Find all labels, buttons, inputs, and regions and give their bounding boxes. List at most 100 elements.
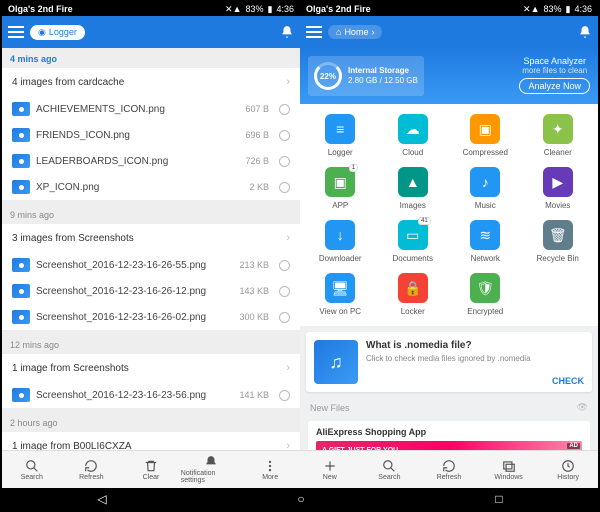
home-icon: ⌂ [336, 27, 341, 37]
tile-label: Compressed [463, 148, 508, 157]
tile-badge: 41 [418, 217, 431, 225]
tile-movies[interactable]: ▶Movies [524, 167, 593, 210]
device-name: Olga's 2nd Fire [306, 4, 523, 14]
group-header[interactable]: 4 images from cardcache› [2, 68, 300, 96]
eye-icon[interactable]: 👁 [577, 402, 588, 413]
bell-icon[interactable] [578, 25, 592, 39]
file-size: 726 B [245, 156, 269, 166]
bottombar-refresh[interactable]: Refresh [62, 451, 122, 488]
nomedia-title: What is .nomedia file? [366, 340, 531, 351]
group-age-label: 12 mins ago [2, 334, 300, 354]
breadcrumb-label: Logger [49, 27, 77, 37]
new-files-card[interactable]: AliExpress Shopping App A GIFT JUST FOR … [308, 421, 590, 450]
bottombar-notification-settings[interactable]: Notification settings [181, 451, 241, 488]
analyzer-sub: more files to clean [519, 66, 590, 75]
tile-documents[interactable]: ▭41Documents [379, 220, 448, 263]
tile-icon: ▣1 [325, 167, 355, 197]
file-name: LEADERBOARDS_ICON.png [36, 156, 239, 167]
tile-music[interactable]: ♪Music [451, 167, 520, 210]
bottombar-more[interactable]: More [240, 451, 300, 488]
select-radio[interactable] [279, 286, 290, 297]
file-list[interactable]: 4 mins ago4 images from cardcache›ACHIEV… [2, 48, 300, 450]
bottombar-new[interactable]: New [300, 451, 360, 488]
bottombar-label: More [262, 474, 278, 481]
select-radio[interactable] [279, 312, 290, 323]
tile-label: Cleaner [544, 148, 572, 157]
file-row[interactable]: Screenshot_2016-12-23-16-23-56.png141 KB [2, 382, 300, 408]
storage-title: Internal Storage [348, 66, 418, 76]
tile-network[interactable]: ≋Network [451, 220, 520, 263]
bottombar-refresh[interactable]: Refresh [419, 451, 479, 488]
tile-app[interactable]: ▣1APP [306, 167, 375, 210]
tile-recycle-bin[interactable]: 🗑Recycle Bin [524, 220, 593, 263]
nomedia-card[interactable]: ♫ What is .nomedia file? Click to check … [306, 332, 592, 392]
image-thumb-icon [12, 180, 30, 194]
new-files-header: New Files 👁 [300, 398, 598, 417]
tile-icon: ≡ [325, 114, 355, 144]
select-radio[interactable] [279, 104, 290, 115]
nomedia-check-link[interactable]: CHECK [552, 376, 584, 386]
file-row[interactable]: Screenshot_2016-12-23-16-26-12.png143 KB [2, 278, 300, 304]
bottombar-clear[interactable]: Clear [121, 451, 181, 488]
bottombar-windows[interactable]: Windows [479, 451, 539, 488]
tile-icon: 🛡 [470, 273, 500, 303]
group-header[interactable]: 3 images from Screenshots› [2, 224, 300, 252]
select-radio[interactable] [279, 260, 290, 271]
tile-logger[interactable]: ≡Logger [306, 114, 375, 157]
nav-back-button[interactable]: ◁ [97, 492, 106, 506]
bell-icon[interactable] [280, 25, 294, 39]
storage-percent-ring: 22% [314, 62, 342, 90]
tile-label: Music [475, 201, 496, 210]
menu-icon[interactable] [8, 26, 24, 38]
ad-banner[interactable]: A GIFT JUST FOR YOU AD [316, 441, 582, 450]
tile-locker[interactable]: 🔒Locker [379, 273, 448, 316]
file-row[interactable]: Screenshot_2016-12-23-16-26-02.png300 KB [2, 304, 300, 330]
nav-recent-button[interactable]: □ [495, 492, 502, 506]
refresh-icon [442, 459, 456, 473]
bottombar-search[interactable]: Search [360, 451, 420, 488]
file-row[interactable]: XP_ICON.png2 KB [2, 174, 300, 200]
group-title: 1 image from B00LI6CXZA [12, 441, 286, 451]
select-radio[interactable] [279, 156, 290, 167]
bottombar-label: Notification settings [181, 470, 241, 484]
menu-icon[interactable] [306, 26, 322, 38]
app-bar-right: ⌂ Home › [300, 16, 598, 48]
home-scroll[interactable]: 22% Internal Storage 2.80 GB / 12.50 GB … [300, 48, 598, 450]
status-time: 4:36 [574, 4, 592, 14]
group-age-label: 2 hours ago [2, 412, 300, 432]
group-header[interactable]: 1 image from Screenshots› [2, 354, 300, 382]
tile-compressed[interactable]: ▣Compressed [451, 114, 520, 157]
breadcrumb-home[interactable]: ⌂ Home › [328, 25, 382, 39]
tile-cleaner[interactable]: ✦Cleaner [524, 114, 593, 157]
image-thumb-icon [12, 388, 30, 402]
breadcrumb-logger[interactable]: ◉ Logger [30, 25, 85, 40]
tile-cloud[interactable]: ☁Cloud [379, 114, 448, 157]
tile-icon: ▭41 [398, 220, 428, 250]
file-row[interactable]: Screenshot_2016-12-23-16-26-55.png213 KB [2, 252, 300, 278]
file-name: Screenshot_2016-12-23-16-23-56.png [36, 390, 233, 401]
tile-label: Images [400, 201, 426, 210]
file-row[interactable]: ACHIEVEMENTS_ICON.png607 B [2, 96, 300, 122]
tile-images[interactable]: ▲Images [379, 167, 448, 210]
file-row[interactable]: FRIENDS_ICON.png696 B [2, 122, 300, 148]
magnify-icon [382, 459, 396, 473]
storage-card[interactable]: 22% Internal Storage 2.80 GB / 12.50 GB [308, 56, 424, 96]
device-name: Olga's 2nd Fire [8, 4, 225, 14]
breadcrumb-label: Home [344, 27, 368, 37]
analyze-now-button[interactable]: Analyze Now [519, 78, 590, 94]
select-radio[interactable] [279, 130, 290, 141]
close-status-icon: ✕ [523, 4, 531, 15]
tile-encrypted[interactable]: 🛡Encrypted [451, 273, 520, 316]
bottombar-search[interactable]: Search [2, 451, 62, 488]
tile-icon: ↓ [325, 220, 355, 250]
nav-home-button[interactable]: ○ [297, 492, 304, 506]
select-radio[interactable] [279, 390, 290, 401]
bottombar-label: Search [378, 474, 400, 481]
file-row[interactable]: LEADERBOARDS_ICON.png 726 B [2, 148, 300, 174]
group-header[interactable]: 1 image from B00LI6CXZA› [2, 432, 300, 450]
tile-downloader[interactable]: ↓Downloader [306, 220, 375, 263]
group-age-label: 9 mins ago [2, 204, 300, 224]
select-radio[interactable] [279, 182, 290, 193]
tile-view-on-pc[interactable]: 🖥View on PC [306, 273, 375, 316]
bottombar-history[interactable]: History [538, 451, 598, 488]
